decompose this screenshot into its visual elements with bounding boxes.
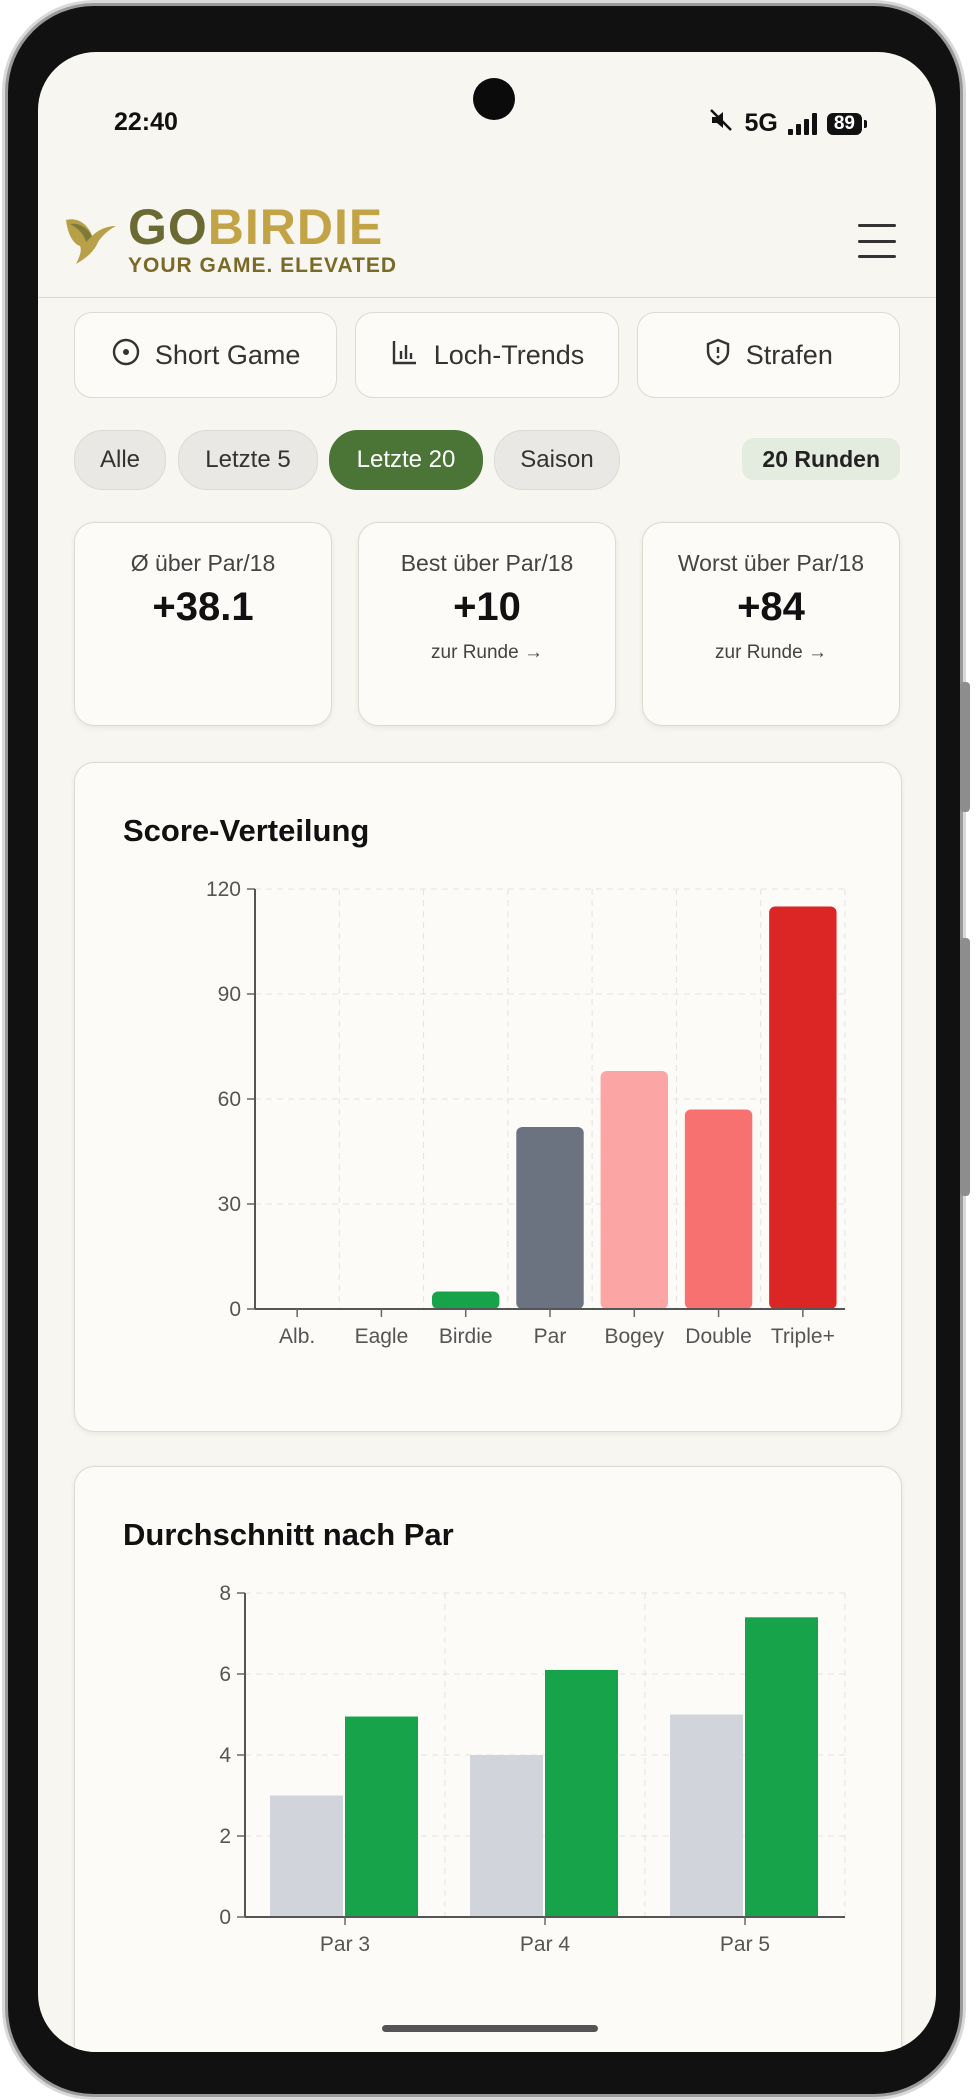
x-tick-label: Par xyxy=(534,1325,567,1348)
status-time: 22:40 xyxy=(114,108,178,136)
x-tick-label: Alb. xyxy=(279,1325,315,1348)
bar-Par 3 xyxy=(345,1716,418,1917)
logo-tagline: YOUR GAME. ELEVATED xyxy=(128,254,398,277)
y-tick-label: 8 xyxy=(219,1582,231,1605)
x-tick-label: Birdie xyxy=(439,1325,493,1348)
x-tick-label: Par 4 xyxy=(520,1933,571,1956)
bar-Par 5 xyxy=(670,1714,743,1917)
filter-alle[interactable]: Alle xyxy=(74,430,166,490)
power-button xyxy=(960,938,970,1196)
status-bar: 22:40 5G 89 xyxy=(38,52,936,202)
y-tick-label: 0 xyxy=(229,1298,241,1321)
y-tick-label: 60 xyxy=(218,1088,241,1111)
hamburger-menu-icon[interactable] xyxy=(858,224,896,258)
par-average-chart: 0 2 4 6 8 Par 3 Par 4 Par 5 xyxy=(219,1582,846,1956)
target-icon xyxy=(111,337,141,374)
x-tick-label: Double xyxy=(685,1325,752,1348)
bar-Birdie xyxy=(432,1291,500,1309)
stats-row: Ø über Par/18 +38.1 Best über Par/18 +10… xyxy=(74,522,900,726)
phone-frame: 22:40 5G 89 GOBIRDIE YOUR GAME. ELEVATED… xyxy=(8,6,970,2094)
bar-Par 5 xyxy=(745,1617,818,1917)
stat-value: +38.1 xyxy=(152,585,254,629)
x-tick-label: Eagle xyxy=(355,1325,409,1348)
stat-value: +10 xyxy=(453,585,521,629)
y-tick-label: 120 xyxy=(206,878,241,901)
tab-label: Short Game xyxy=(154,339,301,370)
filter-saison[interactable]: Saison xyxy=(494,430,620,490)
status-icons: 5G 89 xyxy=(709,108,868,139)
bar-Triple+ xyxy=(769,906,837,1309)
logo[interactable]: GOBIRDIE YOUR GAME. ELEVATED xyxy=(62,202,397,278)
tab-label: Loch-Trends xyxy=(433,339,585,370)
section-tabs: Short Game Loch-Trends Strafen xyxy=(74,312,900,398)
mute-icon xyxy=(709,108,735,139)
time-filter: Alle Letzte 5 Letzte 20 Saison 20 Runden xyxy=(74,430,900,490)
bar-chart-icon xyxy=(390,337,420,374)
par-average-card: Durchschnitt nach Par 0 2 4 6 8 Par 3 Par 4 Par… xyxy=(74,1466,902,2052)
home-indicator[interactable] xyxy=(382,2025,598,2032)
filter-letzte-5[interactable]: Letzte 5 xyxy=(178,430,318,490)
bar-Double xyxy=(684,1109,753,1309)
screen: 22:40 5G 89 GOBIRDIE YOUR GAME. ELEVATED… xyxy=(38,52,936,2052)
score-distribution-card: Score-Verteilung 0 30 60 90 120 Alb. Eagle Bird… xyxy=(74,762,902,1432)
stat-label: Ø über Par/18 xyxy=(130,550,276,576)
front-camera xyxy=(473,78,515,120)
hummingbird-icon xyxy=(62,206,118,275)
bar-Par 3 xyxy=(270,1795,343,1917)
y-tick-label: 4 xyxy=(219,1744,231,1767)
round-link[interactable]: zur Runde → xyxy=(643,642,899,664)
stat-card-worst: Worst über Par/18 +84 zur Runde → xyxy=(642,522,900,726)
rounds-count-badge: 20 Runden xyxy=(742,438,900,480)
network-type: 5G xyxy=(744,109,778,137)
tab-short-game[interactable]: Short Game xyxy=(74,312,338,398)
x-tick-label: Bogey xyxy=(605,1325,665,1348)
stat-card-best: Best über Par/18 +10 zur Runde → xyxy=(358,522,616,726)
bar-Par 4 xyxy=(545,1669,618,1917)
app-header: GOBIRDIE YOUR GAME. ELEVATED xyxy=(38,202,936,298)
tab-label: Strafen xyxy=(745,339,833,370)
signal-icon xyxy=(787,112,817,135)
x-tick-label: Par 3 xyxy=(320,1933,370,1956)
bar-Bogey xyxy=(600,1071,668,1309)
battery-icon: 89 xyxy=(826,112,868,135)
y-tick-label: 90 xyxy=(218,983,241,1006)
stat-label: Worst über Par/18 xyxy=(677,550,865,576)
filter-letzte-20[interactable]: Letzte 20 xyxy=(329,430,483,490)
y-tick-label: 0 xyxy=(219,1906,231,1929)
stat-value: +84 xyxy=(737,585,805,629)
score-distribution-chart: 0 30 60 90 120 Alb. Eagle Birdie Par Bogey Double T… xyxy=(206,878,846,1348)
y-tick-label: 6 xyxy=(219,1663,231,1686)
shield-icon xyxy=(704,337,732,374)
x-tick-label: Par 5 xyxy=(720,1933,770,1956)
stat-card-average: Ø über Par/18 +38.1 xyxy=(74,522,332,726)
bar-Par xyxy=(516,1127,584,1309)
tab-strafen[interactable]: Strafen xyxy=(636,312,900,398)
x-tick-label: Triple+ xyxy=(771,1325,835,1348)
logo-wordmark: GOBIRDIE xyxy=(128,199,384,255)
round-link[interactable]: zur Runde → xyxy=(359,642,615,664)
volume-button xyxy=(960,682,970,812)
stat-label: Best über Par/18 xyxy=(400,550,574,576)
y-tick-label: 30 xyxy=(218,1193,241,1216)
tab-loch-trends[interactable]: Loch-Trends xyxy=(355,312,619,398)
bar-Par 4 xyxy=(470,1755,543,1917)
y-tick-label: 2 xyxy=(219,1825,231,1848)
